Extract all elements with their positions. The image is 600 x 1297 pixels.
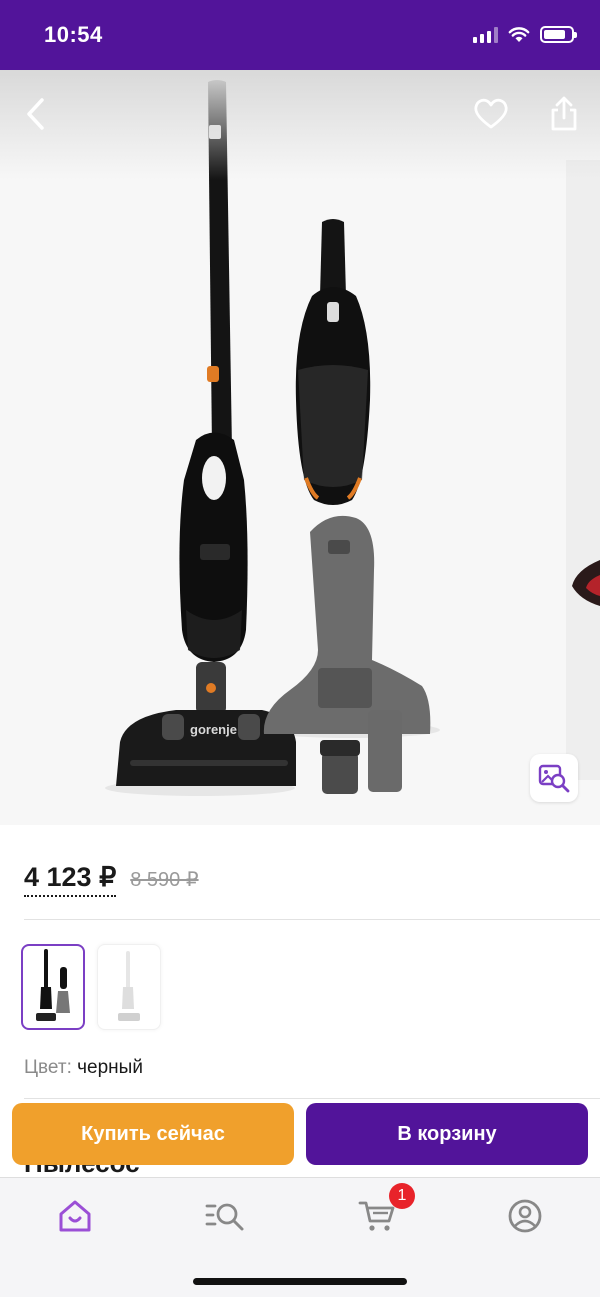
wifi-icon [508, 26, 530, 42]
add-to-cart-button[interactable]: В корзину [306, 1103, 588, 1165]
status-time: 10:54 [44, 22, 103, 47]
color-value: черный [77, 1057, 143, 1078]
back-button[interactable] [14, 92, 58, 136]
brand-logo-text: gorenje [190, 722, 237, 737]
tab-catalog[interactable] [203, 1196, 247, 1236]
color-divider [24, 1098, 600, 1099]
tab-profile[interactable] [503, 1196, 547, 1236]
buy-now-button[interactable]: Купить сейчас [12, 1103, 294, 1165]
image-search-button[interactable] [530, 754, 578, 802]
tab-home[interactable] [53, 1196, 97, 1236]
product-image: gorenje [105, 80, 600, 796]
home-icon [59, 1200, 91, 1232]
black-vacuum-thumbnail [36, 949, 70, 1021]
status-icons [473, 26, 577, 43]
home-indicator [193, 1278, 407, 1285]
color-label: Цвет: [24, 1057, 72, 1078]
share-icon [551, 96, 577, 131]
catalog-search-icon [205, 1203, 244, 1231]
product-image-gallery[interactable]: gorenje [0, 70, 600, 825]
cart-icon [358, 1201, 395, 1231]
price-divider [24, 919, 600, 920]
white-vacuum-thumbnail [118, 951, 140, 1021]
favorite-button[interactable] [469, 92, 513, 136]
price-row: 4 123 ₽ 8 590 ₽ [24, 862, 199, 897]
share-button[interactable] [542, 92, 586, 136]
current-price[interactable]: 4 123 ₽ [24, 862, 117, 897]
old-price: 8 590 ₽ [130, 869, 199, 891]
back-icon [27, 98, 44, 130]
variant-thumbnail-black[interactable] [21, 944, 85, 1030]
battery-icon [540, 26, 577, 43]
color-row: Цвет: черный [24, 1057, 143, 1079]
cellular-signal-icon [473, 26, 498, 43]
profile-icon [508, 1199, 542, 1233]
cart-count-badge: 1 [389, 1183, 415, 1209]
variant-thumbnail-white[interactable] [97, 944, 161, 1030]
status-bar: 10:54 [0, 0, 600, 70]
heart-icon [474, 98, 508, 129]
image-search-icon [538, 764, 570, 793]
